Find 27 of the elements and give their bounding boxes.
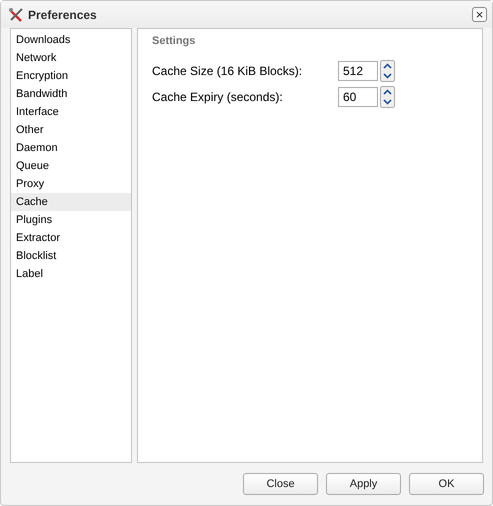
category-item[interactable]: Downloads xyxy=(11,31,131,49)
tools-icon xyxy=(8,6,24,22)
number-field[interactable]: 60 xyxy=(338,87,378,107)
category-item[interactable]: Encryption xyxy=(11,67,131,85)
category-item[interactable]: Label xyxy=(11,265,131,283)
window-title: Preferences xyxy=(28,8,98,22)
dialog-button[interactable]: Apply xyxy=(326,473,401,495)
field-label: Cache Expiry (seconds): xyxy=(152,90,284,104)
category-item[interactable]: Queue xyxy=(11,157,131,175)
number-field[interactable]: 512 xyxy=(338,61,378,81)
spinner-arrows-icon[interactable] xyxy=(380,86,395,108)
category-item[interactable]: Extractor xyxy=(11,229,131,247)
category-item[interactable]: Bandwidth xyxy=(11,85,131,103)
category-item[interactable]: Proxy xyxy=(11,175,131,193)
section-title: Settings xyxy=(152,35,196,47)
category-item[interactable]: Blocklist xyxy=(11,247,131,265)
dialog-button[interactable]: Close xyxy=(243,473,318,495)
category-item[interactable]: Plugins xyxy=(11,211,131,229)
close-button[interactable]: × xyxy=(472,7,487,22)
spinner-arrows-icon[interactable] xyxy=(380,60,395,82)
category-item[interactable]: Daemon xyxy=(11,139,131,157)
category-item[interactable]: Other xyxy=(11,121,131,139)
field-label: Cache Size (16 KiB Blocks): xyxy=(152,64,304,78)
category-item[interactable]: Network xyxy=(11,49,131,67)
category-item[interactable]: Interface xyxy=(11,103,131,121)
dialog-button[interactable]: OK xyxy=(409,473,484,495)
category-item[interactable]: Cache xyxy=(11,193,131,211)
